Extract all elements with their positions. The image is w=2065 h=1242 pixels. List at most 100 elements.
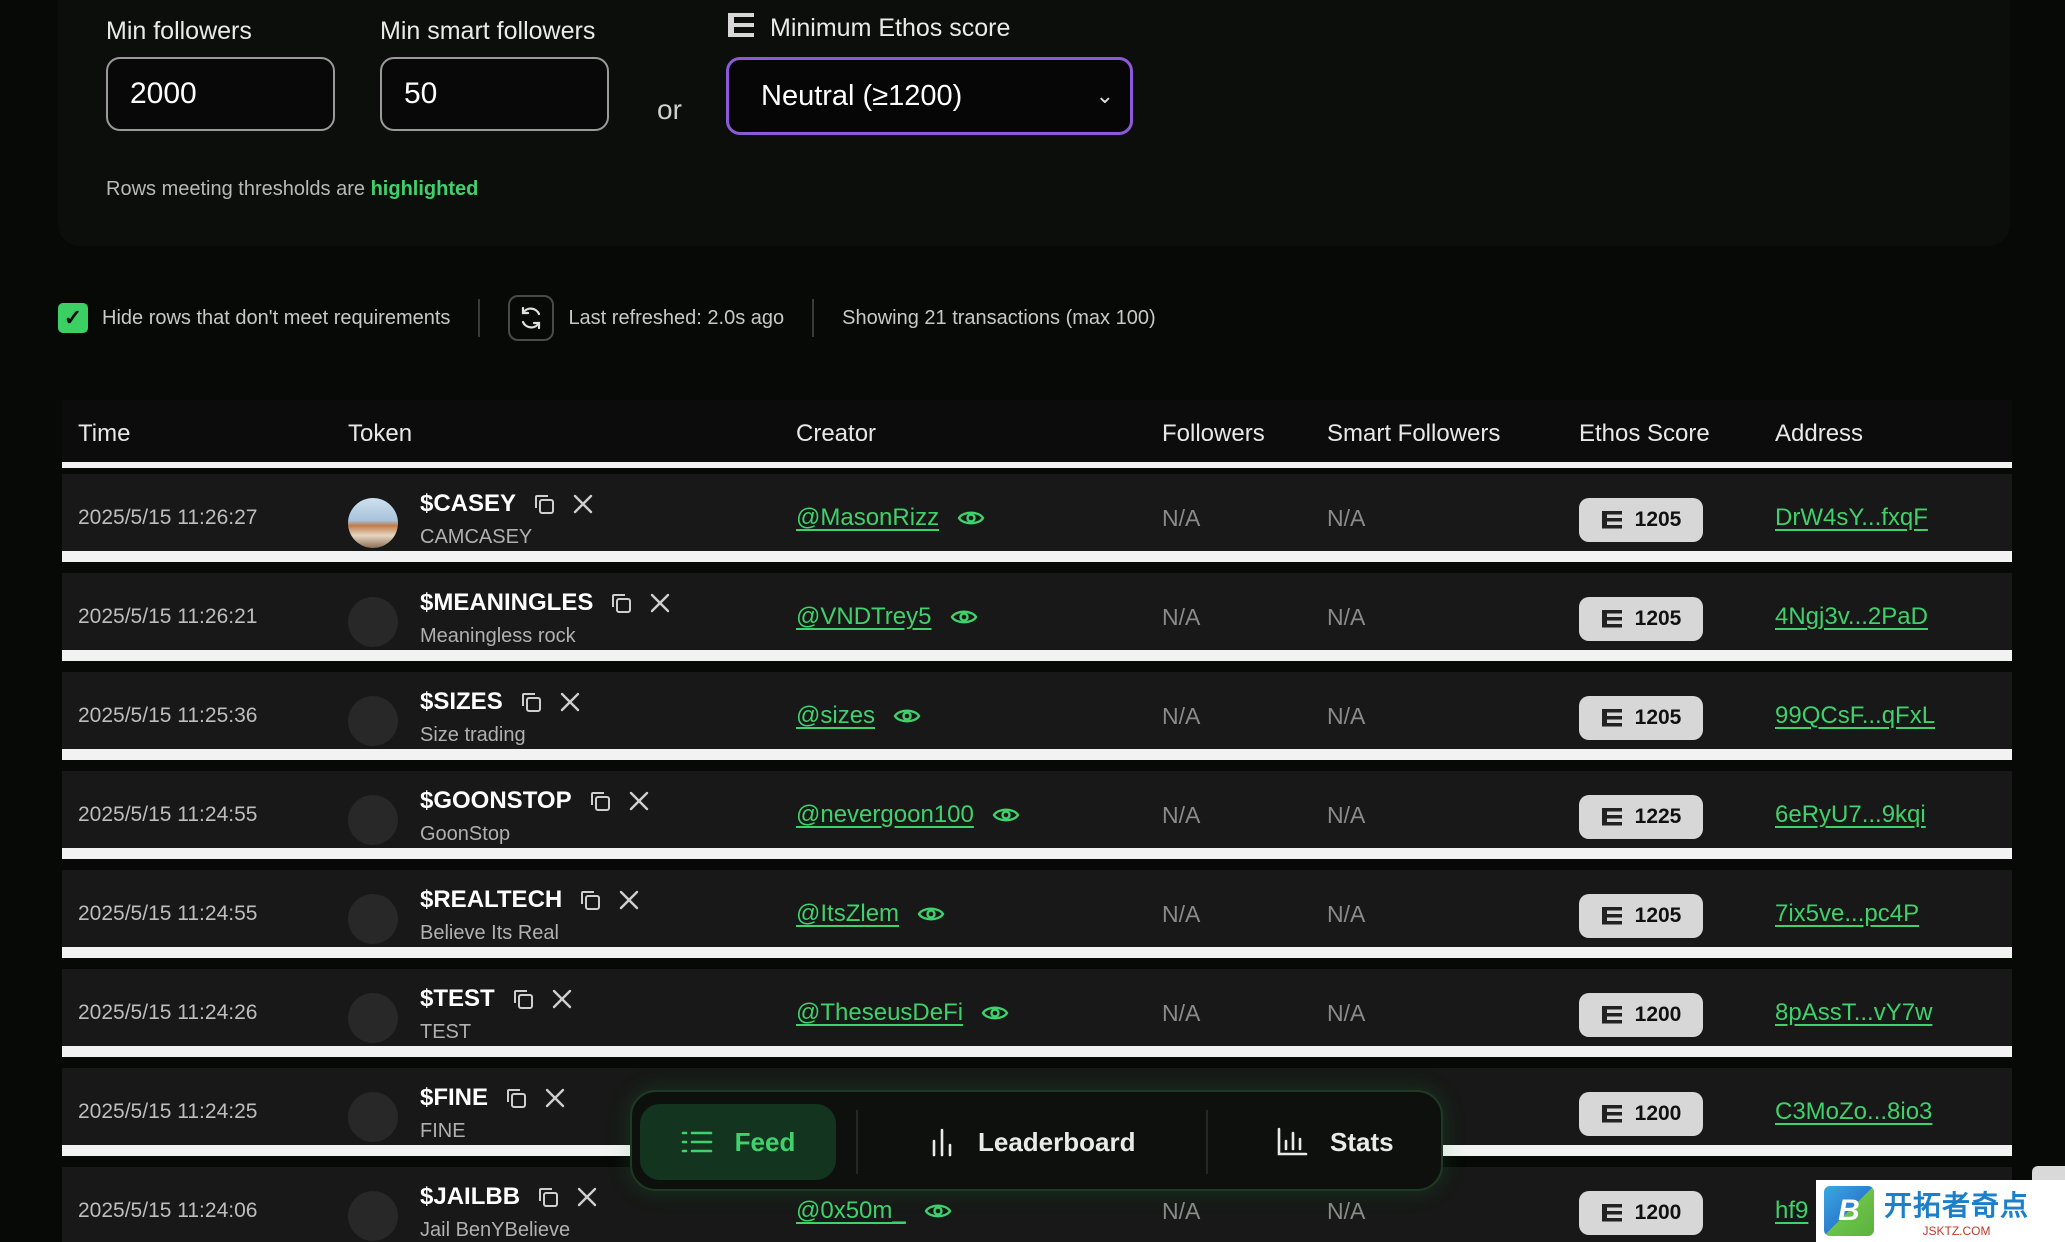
creator-link[interactable]: @sizes	[796, 672, 875, 760]
eye-icon[interactable]	[992, 805, 1020, 825]
ethos-score-badge[interactable]: 1200	[1579, 1191, 1703, 1235]
token-symbol[interactable]: $SIZES	[420, 688, 503, 716]
stats-icon	[1277, 1127, 1308, 1156]
min-followers-input[interactable]: 2000	[106, 57, 335, 131]
ethos-score-badge[interactable]: 1205	[1579, 894, 1703, 938]
address-link[interactable]: 99QCsF...qFxL	[1775, 702, 1935, 729]
ethos-score-badge[interactable]: 1200	[1579, 1092, 1703, 1136]
address-link[interactable]: 8pAssT...vY7w	[1775, 999, 1932, 1026]
x-twitter-icon[interactable]	[576, 1186, 598, 1208]
eye-icon[interactable]	[917, 904, 945, 924]
token-symbol[interactable]: $JAILBB	[420, 1183, 520, 1211]
header-token[interactable]: Token	[348, 420, 412, 448]
header-smart-followers[interactable]: Smart Followers	[1327, 420, 1500, 448]
ethos-logo-icon	[1601, 511, 1622, 529]
creator-link[interactable]: @TheseusDeFi	[796, 969, 963, 1057]
table-row[interactable]: 2025/5/15 11:26:21 $MEANINGLES Meaningle…	[62, 573, 2012, 661]
token-symbol[interactable]: $GOONSTOP	[420, 787, 572, 815]
table-row[interactable]: 2025/5/15 11:26:27 $CASEY CAMCASEY @Maso…	[62, 474, 2012, 562]
copy-icon[interactable]	[536, 1185, 560, 1209]
address-link[interactable]: hf9	[1775, 1197, 1808, 1224]
token-avatar	[348, 993, 398, 1043]
address-link[interactable]: 4Ngj3v...2PaD	[1775, 603, 1928, 630]
eye-icon[interactable]	[893, 706, 921, 726]
ethos-score-value: 1200	[1634, 1102, 1682, 1125]
x-twitter-icon[interactable]	[572, 493, 594, 515]
token-symbol[interactable]: $FINE	[420, 1084, 488, 1112]
ethos-logo-icon	[726, 10, 756, 47]
ethos-score-badge[interactable]: 1200	[1579, 993, 1703, 1037]
x-twitter-icon[interactable]	[628, 790, 650, 812]
address-link[interactable]: DrW4sY...fxqF	[1775, 504, 1928, 531]
header-followers[interactable]: Followers	[1162, 420, 1265, 448]
ethos-score-value: 1205	[1634, 904, 1682, 927]
ethos-score-badge[interactable]: 1225	[1579, 795, 1703, 839]
min-smart-followers-input[interactable]: 50	[380, 57, 609, 131]
address-cell: DrW4sY...fxqF	[1775, 474, 1928, 562]
x-twitter-icon[interactable]	[618, 889, 640, 911]
eye-icon[interactable]	[981, 1003, 1009, 1023]
x-twitter-icon[interactable]	[544, 1087, 566, 1109]
ethos-logo-icon	[1601, 1105, 1622, 1123]
token-avatar	[348, 1191, 398, 1241]
watermark-title: 开拓者奇点	[1884, 1189, 2030, 1222]
header-ethos-score[interactable]: Ethos Score	[1579, 420, 1710, 448]
ethos-score-selected: Neutral (≥1200)	[761, 80, 963, 112]
creator-link[interactable]: @ItsZlem	[796, 870, 899, 958]
eye-icon[interactable]	[924, 1201, 952, 1221]
nav-stats[interactable]: Stats	[1276, 1104, 1394, 1180]
nav-leaderboard[interactable]: Leaderboard	[928, 1104, 1136, 1180]
token-symbol-group: $SIZES	[420, 688, 581, 716]
header-address[interactable]: Address	[1775, 420, 1863, 448]
watermark-url: JSKTZ.COM	[1922, 1224, 1991, 1238]
creator-link[interactable]: @VNDTrey5	[796, 573, 932, 661]
copy-icon[interactable]	[588, 789, 612, 813]
token-avatar	[348, 597, 398, 647]
table-row[interactable]: 2025/5/15 11:24:55 $REALTECH Believe Its…	[62, 870, 2012, 958]
ethos-score-badge[interactable]: 1205	[1579, 498, 1703, 542]
creator-link[interactable]: @MasonRizz	[796, 474, 939, 562]
ethos-score-label: Minimum Ethos score	[770, 14, 1011, 42]
token-name: CAMCASEY	[420, 526, 533, 548]
hide-rows-checkbox[interactable]: ✓	[58, 303, 88, 333]
copy-icon[interactable]	[532, 492, 556, 516]
eye-icon[interactable]	[957, 508, 985, 528]
ethos-logo-icon	[1601, 1204, 1622, 1222]
smart-followers-value: N/A	[1327, 802, 1366, 828]
eye-icon[interactable]	[950, 607, 978, 627]
copy-icon[interactable]	[511, 987, 535, 1011]
address-link[interactable]: 6eRyU7...9kqi	[1775, 801, 1926, 828]
row-time: 2025/5/15 11:24:55	[78, 803, 258, 826]
table-row[interactable]: 2025/5/15 11:24:55 $GOONSTOP GoonStop @n…	[62, 771, 2012, 859]
header-creator[interactable]: Creator	[796, 420, 876, 448]
ethos-logo-icon	[1601, 907, 1622, 925]
table-row[interactable]: 2025/5/15 11:24:26 $TEST TEST @TheseusDe…	[62, 969, 2012, 1057]
header-time[interactable]: Time	[78, 420, 130, 448]
nav-divider	[1206, 1110, 1208, 1174]
chevron-down-icon: ⌄	[1095, 83, 1114, 108]
ethos-score-value: 1205	[1634, 607, 1682, 630]
ethos-score-value: 1200	[1634, 1003, 1682, 1026]
x-twitter-icon[interactable]	[559, 691, 581, 713]
ethos-score-select[interactable]: Neutral (≥1200) ⌄	[726, 57, 1133, 135]
address-link[interactable]: 7ix5ve...pc4P	[1775, 900, 1919, 927]
bottom-nav: Feed Leaderboard Stats	[630, 1090, 1443, 1191]
refresh-button[interactable]	[508, 295, 555, 341]
token-symbol[interactable]: $REALTECH	[420, 886, 562, 914]
table-row[interactable]: 2025/5/15 11:25:36 $SIZES Size trading @…	[62, 672, 2012, 760]
token-symbol[interactable]: $TEST	[420, 985, 495, 1013]
copy-icon[interactable]	[519, 690, 543, 714]
ethos-score-label-group: Minimum Ethos score	[726, 10, 1010, 47]
creator-link[interactable]: @nevergoon100	[796, 771, 974, 859]
token-symbol[interactable]: $MEANINGLES	[420, 589, 593, 617]
x-twitter-icon[interactable]	[551, 988, 573, 1010]
ethos-score-badge[interactable]: 1205	[1579, 597, 1703, 641]
nav-feed[interactable]: Feed	[640, 1104, 836, 1180]
copy-icon[interactable]	[504, 1086, 528, 1110]
ethos-score-badge[interactable]: 1205	[1579, 696, 1703, 740]
copy-icon[interactable]	[578, 888, 602, 912]
token-symbol[interactable]: $CASEY	[420, 490, 516, 518]
copy-icon[interactable]	[609, 591, 633, 615]
address-link[interactable]: C3MoZo...8io3	[1775, 1098, 1932, 1125]
x-twitter-icon[interactable]	[649, 592, 671, 614]
